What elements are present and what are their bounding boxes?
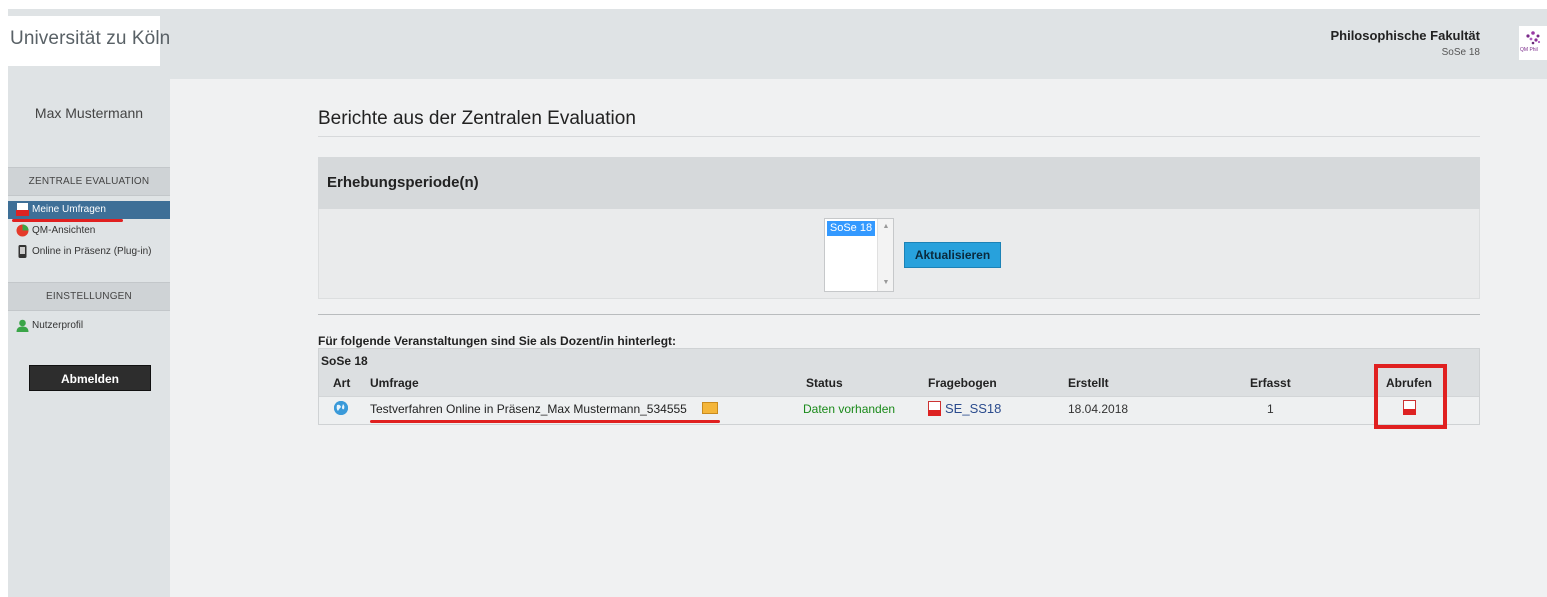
refresh-button[interactable]: Aktualisieren — [904, 242, 1001, 268]
sidebar-section-einstellungen: EINSTELLUNGEN — [8, 282, 170, 311]
edit-icon[interactable] — [702, 402, 718, 414]
column-header-umfrage[interactable]: Umfrage — [370, 376, 419, 390]
sidebar-item-meine-umfragen[interactable]: Meine Umfragen — [8, 201, 170, 219]
pdf-icon[interactable] — [928, 401, 941, 416]
current-semester: SoSe 18 — [1441, 47, 1480, 58]
period-panel-title: Erhebungsperiode(n) — [327, 174, 479, 191]
logout-button[interactable]: Abmelden — [29, 365, 151, 391]
captured-count: 1 — [1267, 402, 1274, 416]
user-icon — [16, 319, 29, 332]
column-header-art[interactable]: Art — [333, 376, 350, 390]
page: Universität zu Köln Philosophische Fakul… — [0, 0, 1547, 597]
sidebar-item-online-in-praesenz[interactable]: Online in Präsenz (Plug-in) — [8, 243, 170, 261]
questionnaire-link[interactable]: SE_SS18 — [945, 401, 1001, 416]
faculty-name: Philosophische Fakultät — [1330, 28, 1480, 43]
annotation-underline-survey — [370, 420, 720, 423]
globe-icon — [334, 401, 348, 415]
top-header — [8, 9, 1547, 79]
pie-chart-icon — [16, 224, 29, 237]
column-header-status[interactable]: Status — [806, 376, 843, 390]
sidebar-item-qm-ansichten[interactable]: QM-Ansichten — [8, 222, 170, 240]
pdf-icon — [16, 203, 29, 216]
sidebar-item-label: QM-Ansichten — [32, 225, 96, 236]
svg-text:QM Phil: QM Phil — [1520, 47, 1538, 53]
column-header-erstellt[interactable]: Erstellt — [1068, 376, 1109, 390]
column-header-erfasst[interactable]: Erfasst — [1250, 376, 1291, 390]
title-divider — [318, 136, 1480, 137]
period-option[interactable]: SoSe 18 — [827, 221, 875, 236]
sidebar-item-nutzerprofil[interactable]: Nutzerprofil — [8, 317, 170, 335]
page-title: Berichte aus der Zentralen Evaluation — [318, 108, 636, 129]
created-date: 18.04.2018 — [1068, 402, 1129, 416]
listbox-scrollbar[interactable]: ▲ ▼ — [877, 219, 893, 291]
sidebar-item-label: Online in Präsenz (Plug-in) — [32, 246, 152, 257]
university-name: Universität zu Köln — [10, 28, 171, 49]
sidebar-item-label: Nutzerprofil — [32, 320, 84, 331]
column-header-fragebogen[interactable]: Fragebogen — [928, 376, 997, 390]
scroll-down-icon[interactable]: ▼ — [878, 279, 894, 286]
period-panel-header — [318, 157, 1480, 209]
panel-divider — [318, 314, 1480, 315]
qm-phil-logo-icon: QM Phil — [1519, 26, 1547, 60]
sidebar-item-label: Meine Umfragen — [32, 204, 106, 215]
table-term-label: SoSe 18 — [321, 354, 368, 368]
user-name: Max Mustermann — [34, 105, 144, 121]
sidebar — [8, 79, 170, 597]
scroll-up-icon[interactable]: ▲ — [878, 223, 894, 230]
status-value: Daten vorhanden — [803, 402, 896, 416]
courses-heading: Für folgende Veranstaltungen sind Sie al… — [318, 334, 677, 348]
annotation-box-abrufen — [1374, 364, 1447, 429]
sidebar-section-zentrale-evaluation: ZENTRALE EVALUATION — [8, 167, 170, 196]
phone-icon — [16, 245, 29, 258]
survey-name-link[interactable]: Testverfahren Online in Präsenz_Max Must… — [370, 402, 687, 416]
